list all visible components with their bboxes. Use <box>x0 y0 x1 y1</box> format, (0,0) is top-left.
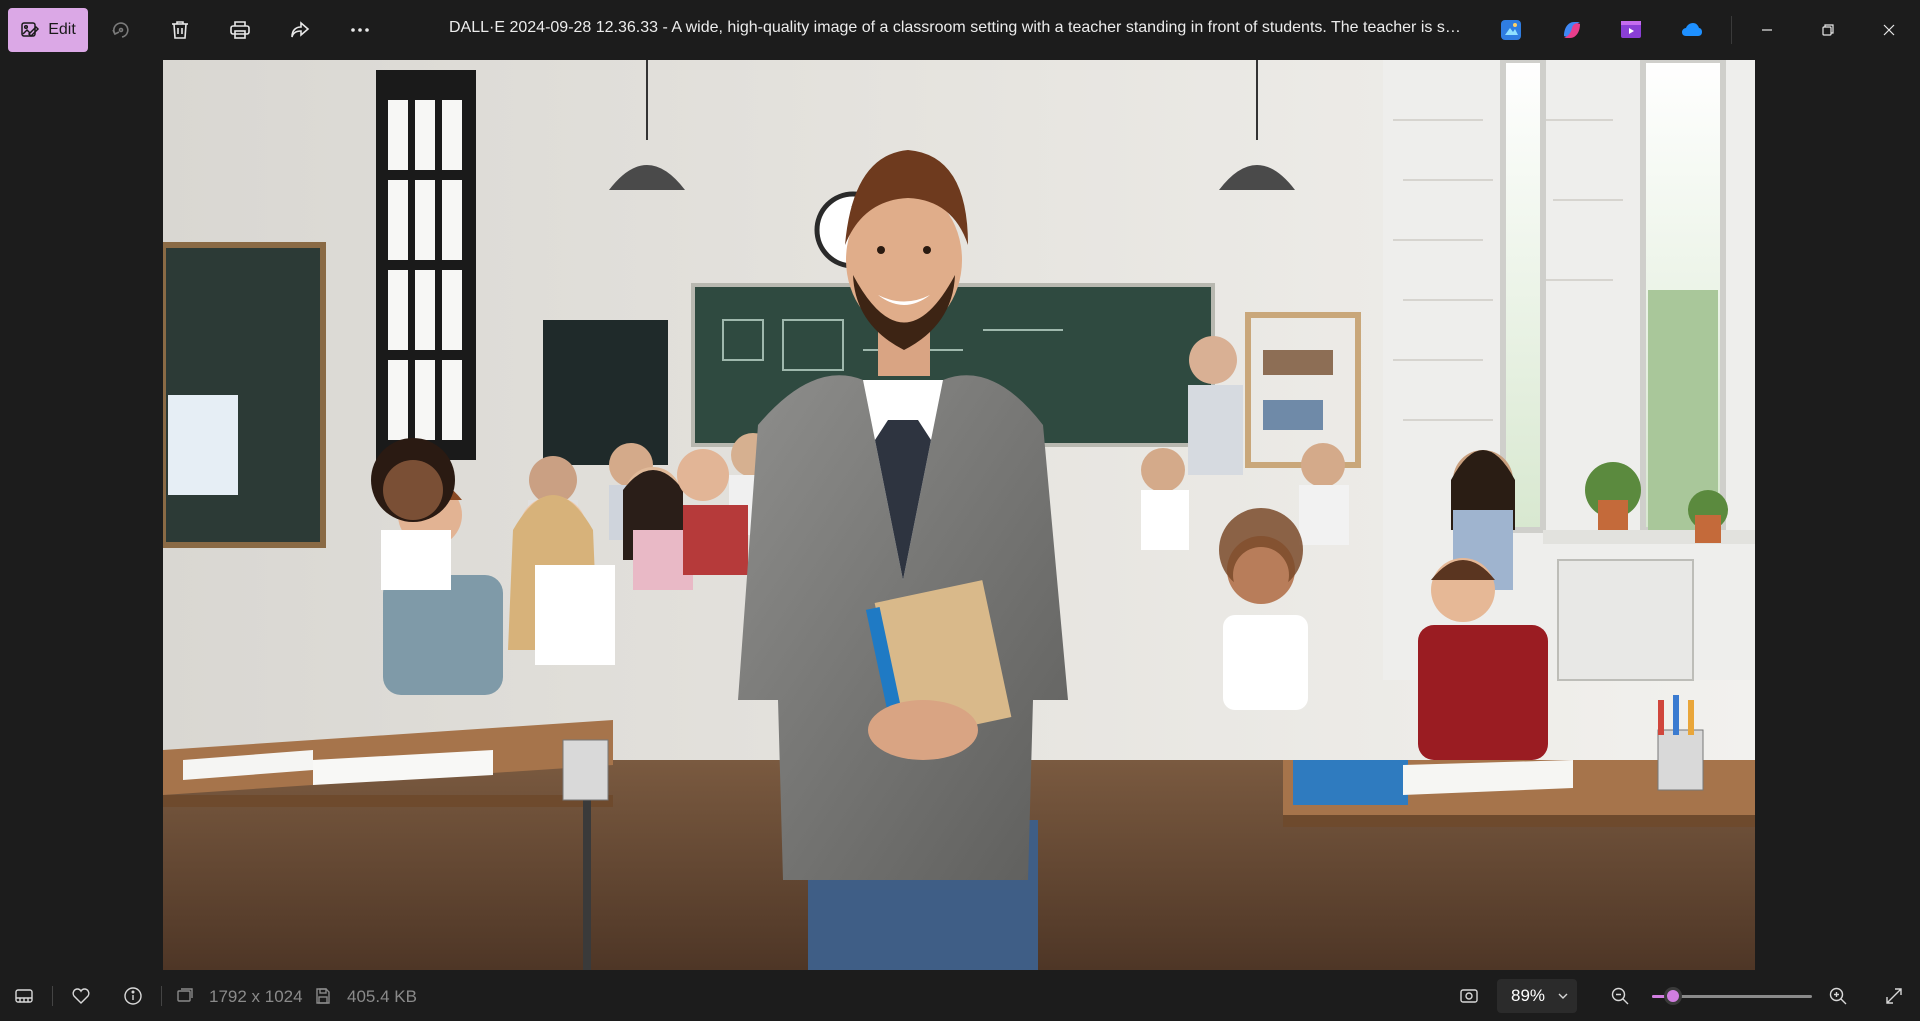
edit-button[interactable]: Edit <box>8 8 88 52</box>
close-icon[interactable] <box>1866 12 1912 48</box>
zoom-slider-thumb[interactable] <box>1663 987 1682 1005</box>
zoom-out-icon[interactable] <box>1608 984 1632 1008</box>
rotate-icon[interactable] <box>106 15 136 45</box>
toolbar-divider <box>1731 16 1732 44</box>
status-bar: 1792 x 1024 405.4 KB 89% <box>0 970 1920 1021</box>
image-dimensions: 1792 x 1024 <box>209 987 303 1006</box>
dimensions-icon <box>175 984 195 1008</box>
edit-label: Edit <box>48 21 76 38</box>
copilot-app-icon[interactable] <box>1559 17 1585 43</box>
status-separator <box>52 986 53 1006</box>
delete-icon[interactable] <box>165 15 195 45</box>
edit-icon <box>20 20 40 40</box>
info-icon[interactable] <box>121 984 145 1008</box>
actual-size-icon[interactable] <box>1457 984 1481 1008</box>
file-size: 405.4 KB <box>347 987 417 1006</box>
fullscreen-icon[interactable] <box>1882 984 1906 1008</box>
top-toolbar: Edit DALL·E 2024-09-28 12.36.33 - A wide… <box>0 0 1920 60</box>
clipchamp-app-icon[interactable] <box>1618 17 1644 43</box>
share-icon[interactable] <box>285 15 315 45</box>
file-size-icon <box>313 984 333 1008</box>
zoom-in-icon[interactable] <box>1826 984 1850 1008</box>
zoom-dropdown[interactable]: 89% <box>1497 979 1577 1013</box>
status-separator <box>161 986 162 1006</box>
more-icon[interactable] <box>345 15 375 45</box>
file-title: DALL·E 2024-09-28 12.36.33 - A wide, hig… <box>449 19 1469 36</box>
classroom-photo[interactable] <box>163 60 1755 970</box>
favorite-icon[interactable] <box>69 984 93 1008</box>
onedrive-app-icon[interactable] <box>1679 17 1705 43</box>
filmstrip-icon[interactable] <box>12 984 36 1008</box>
minimize-icon[interactable] <box>1744 12 1790 48</box>
chevron-down-icon <box>1557 990 1569 1002</box>
zoom-value: 89% <box>1511 986 1546 1005</box>
restore-icon[interactable] <box>1805 12 1851 48</box>
image-canvas <box>0 60 1920 970</box>
print-icon[interactable] <box>225 15 255 45</box>
designer-app-icon[interactable] <box>1498 17 1524 43</box>
